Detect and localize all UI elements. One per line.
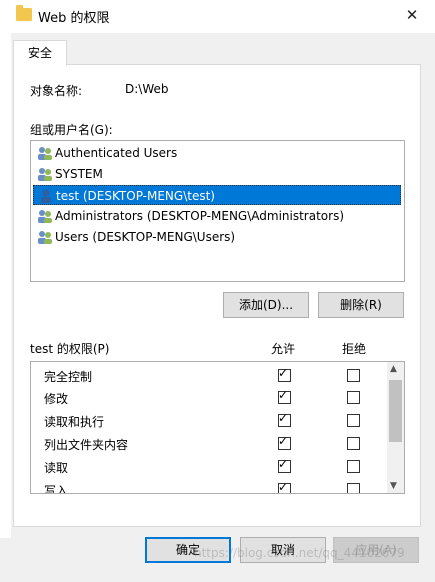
close-button[interactable]: ✕	[401, 4, 423, 26]
permission-name: 写入	[44, 484, 69, 494]
list-item[interactable]: Users (DESKTOP-MENG\Users)	[33, 227, 401, 247]
permission-row: 修改 ✓	[31, 386, 386, 408]
list-item[interactable]: Authenticated Users	[33, 143, 401, 163]
object-name-label: 对象名称:	[30, 84, 83, 98]
user-group-icon	[38, 147, 52, 160]
watermark-text: https://blog.csdn.net/qq_44102679	[194, 546, 405, 560]
scroll-up-icon[interactable]: ▲	[390, 364, 397, 374]
permission-name: 修改	[44, 392, 69, 406]
user-group-icon	[38, 231, 52, 244]
checkmark-icon: ✓	[278, 411, 289, 425]
groups-label: 组或用户名(G):	[30, 123, 113, 137]
checkmark-icon: ✓	[278, 480, 289, 494]
allow-checkbox[interactable]: ✓	[278, 388, 291, 404]
deny-column-header: 拒绝	[342, 342, 367, 356]
scroll-down-icon[interactable]: ▼	[390, 481, 397, 491]
checkmark-icon: ✓	[278, 388, 289, 402]
allow-checkbox[interactable]: ✓	[278, 480, 291, 494]
deny-checkbox[interactable]	[347, 460, 360, 473]
deny-checkbox[interactable]	[347, 414, 360, 427]
user-group-icon	[38, 168, 52, 181]
list-item-label: Administrators (DESKTOP-MENG\Administrat…	[55, 209, 344, 223]
scrollbar-thumb[interactable]	[389, 380, 402, 442]
deny-checkbox[interactable]	[347, 391, 360, 404]
tab-security[interactable]: 安全	[13, 40, 67, 66]
permission-name: 读取和执行	[44, 415, 105, 429]
list-item[interactable]: Administrators (DESKTOP-MENG\Administrat…	[33, 206, 401, 226]
permissions-scrollbar[interactable]: ▲ ▼	[387, 362, 404, 493]
permission-name: 完全控制	[44, 370, 93, 384]
allow-checkbox[interactable]: ✓	[278, 434, 291, 450]
list-item-label: Users (DESKTOP-MENG\Users)	[55, 230, 236, 244]
permissions-list[interactable]: 完全控制 ✓ 修改 ✓ 读取和执行 ✓ 列出文件夹内容 ✓ 读取 ✓ 写入 ✓	[30, 361, 405, 494]
list-item-selected[interactable]: test (DESKTOP-MENG\test)	[33, 185, 401, 205]
permission-name: 读取	[44, 461, 69, 475]
remove-button[interactable]: 删除(R)	[318, 292, 404, 318]
list-item-label: test (DESKTOP-MENG\test)	[56, 189, 215, 203]
user-icon	[41, 189, 51, 203]
permission-name: 列出文件夹内容	[44, 438, 129, 452]
add-button[interactable]: 添加(D)...	[223, 292, 309, 318]
deny-checkbox[interactable]	[347, 369, 360, 382]
groups-listbox[interactable]: Authenticated Users SYSTEM test (DESKTOP…	[30, 140, 405, 282]
permission-row: 完全控制 ✓	[31, 364, 386, 386]
checkmark-icon: ✓	[278, 457, 289, 471]
title-bar: Web 的权限 ✕	[0, 0, 435, 33]
list-item-label: SYSTEM	[55, 167, 103, 181]
permission-row: 写入 ✓	[31, 478, 386, 494]
permissions-title: test 的权限(P)	[30, 342, 110, 356]
list-item[interactable]: SYSTEM	[33, 164, 401, 184]
folder-icon	[16, 5, 32, 21]
allow-checkbox[interactable]: ✓	[278, 411, 291, 427]
user-group-icon	[38, 210, 52, 223]
permission-row: 读取和执行 ✓	[31, 409, 386, 431]
deny-checkbox[interactable]	[347, 437, 360, 450]
permission-row: 读取 ✓	[31, 455, 386, 477]
permissions-dialog: Web 的权限 ✕ 安全 对象名称: D:\Web 组或用户名(G): Auth…	[0, 0, 435, 582]
list-item-label: Authenticated Users	[55, 146, 178, 160]
allow-checkbox[interactable]: ✓	[278, 457, 291, 473]
permission-row: 列出文件夹内容 ✓	[31, 432, 386, 454]
allow-checkbox[interactable]: ✓	[278, 366, 291, 382]
background-window-strip	[0, 33, 11, 538]
checkmark-icon: ✓	[278, 434, 289, 448]
checkmark-icon: ✓	[278, 366, 289, 380]
allow-column-header: 允许	[271, 342, 296, 356]
object-name-value: D:\Web	[125, 82, 169, 96]
deny-checkbox[interactable]	[347, 483, 360, 493]
window-title: Web 的权限	[38, 11, 110, 26]
